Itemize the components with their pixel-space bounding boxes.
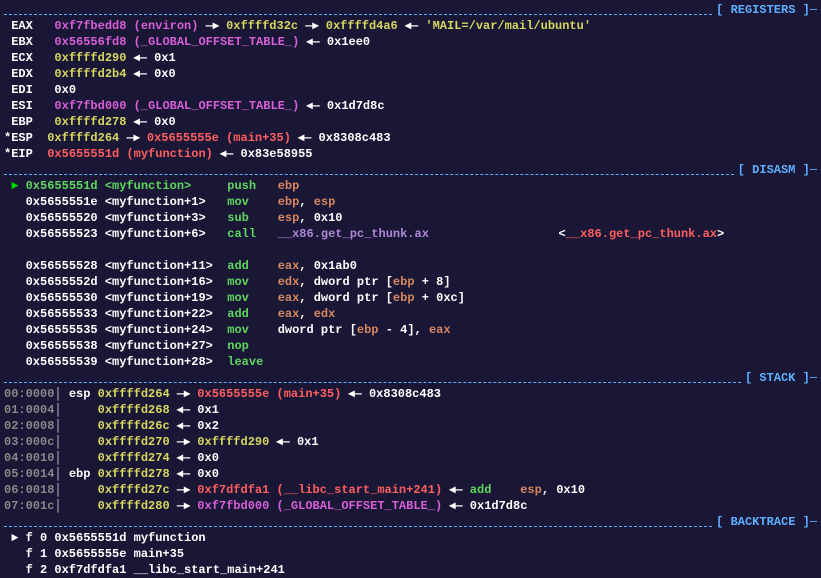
disasm-row: 0x56555523 <myfunction+6> call __x86.get… [4,226,817,242]
section-header-backtrace: [ BACKTRACE ]─ [4,514,817,530]
reg-row-edx: EDX 0xffffd2b4 ◂— 0x0 [4,66,817,82]
backtrace-row: ► f 0 0x5655551d myfunction [4,530,817,546]
stack-panel: 00:0000│ esp 0xffffd264 —▸ 0x5655555e (m… [4,386,817,514]
reg-row-esi: ESI 0xf7fbd000 (_GLOBAL_OFFSET_TABLE_) ◂… [4,98,817,114]
disasm-row: 0x56555530 <myfunction+19> mov eax, dwor… [4,290,817,306]
disasm-row: 0x56555528 <myfunction+11> add eax, 0x1a… [4,258,817,274]
section-header-registers: [ REGISTERS ]─ [4,2,817,18]
stack-row: 04:0010│ 0xffffd274 ◂— 0x0 [4,450,817,466]
stack-row: 05:0014│ ebp 0xffffd278 ◂— 0x0 [4,466,817,482]
section-title-registers: REGISTERS [731,3,796,17]
disasm-panel: ► 0x5655551d <myfunction> push ebp 0x565… [4,178,817,370]
disasm-row: 0x5655551e <myfunction+1> mov ebp, esp [4,194,817,210]
reg-row-ebx: EBX 0x56556fd8 (_GLOBAL_OFFSET_TABLE_) ◂… [4,34,817,50]
stack-row: 06:0018│ 0xffffd27c —▸ 0xf7dfdfa1 (__lib… [4,482,817,498]
disasm-row: 0x5655552d <myfunction+16> mov edx, dwor… [4,274,817,290]
disasm-blank [4,242,817,258]
section-header-disasm: [ DISASM ]─ [4,162,817,178]
disasm-row: ► 0x5655551d <myfunction> push ebp [4,178,817,194]
backtrace-panel: ► f 0 0x5655551d myfunction f 1 0x565555… [4,530,817,578]
reg-row-ecx: ECX 0xffffd290 ◂— 0x1 [4,50,817,66]
reg-row-ebp: EBP 0xffffd278 ◂— 0x0 [4,114,817,130]
disasm-row: 0x56555533 <myfunction+22> add eax, edx [4,306,817,322]
reg-row-esp: *ESP 0xffffd264 —▸ 0x5655555e (main+35) … [4,130,817,146]
stack-row: 02:0008│ 0xffffd26c ◂— 0x2 [4,418,817,434]
reg-row-edi: EDI 0x0 [4,82,817,98]
registers-panel: EAX 0xf7fbedd8 (environ) —▸ 0xffffd32c —… [4,18,817,162]
stack-row: 07:001c│ 0xffffd280 —▸ 0xf7fbd000 (_GLOB… [4,498,817,514]
section-title-disasm: DISASM [752,163,795,177]
section-title-stack: STACK [759,371,795,385]
stack-row: 01:0004│ 0xffffd268 ◂— 0x1 [4,402,817,418]
backtrace-row: f 1 0x5655555e main+35 [4,546,817,562]
section-header-stack: [ STACK ]─ [4,370,817,386]
disasm-row: 0x56555538 <myfunction+27> nop [4,338,817,354]
reg-row-eax: EAX 0xf7fbedd8 (environ) —▸ 0xffffd32c —… [4,18,817,34]
stack-row: 03:000c│ 0xffffd270 —▸ 0xffffd290 ◂— 0x1 [4,434,817,450]
section-title-backtrace: BACKTRACE [731,515,796,529]
disasm-row: 0x56555520 <myfunction+3> sub esp, 0x10 [4,210,817,226]
disasm-row: 0x56555535 <myfunction+24> mov dword ptr… [4,322,817,338]
stack-row: 00:0000│ esp 0xffffd264 —▸ 0x5655555e (m… [4,386,817,402]
disasm-row: 0x56555539 <myfunction+28> leave [4,354,817,370]
reg-row-eip: *EIP 0x5655551d (myfunction) ◂— 0x83e589… [4,146,817,162]
